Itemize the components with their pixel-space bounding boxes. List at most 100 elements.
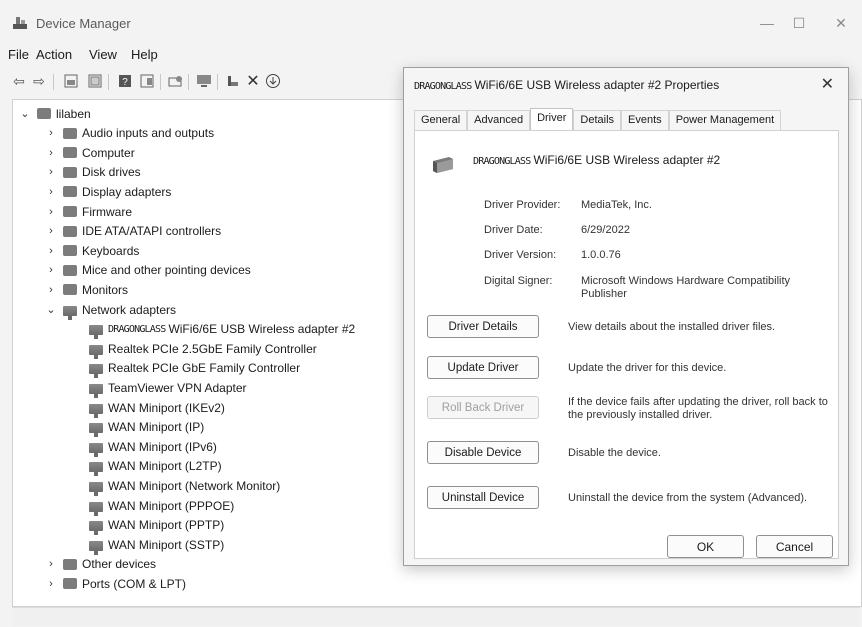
svg-text:?: ? <box>122 77 128 88</box>
chevron-right-icon[interactable]: › <box>45 147 57 159</box>
chevron-right-icon[interactable]: › <box>45 127 57 139</box>
action-pane-icon[interactable] <box>138 72 156 90</box>
tree-category[interactable]: › Display adapters <box>45 182 171 201</box>
properties-icon[interactable] <box>86 72 104 90</box>
tree-device[interactable]: TeamViewer VPN Adapter <box>71 378 247 398</box>
tree-item-label: WAN Miniport (PPPOE) <box>108 498 235 513</box>
chevron-right-icon[interactable]: › <box>45 284 57 296</box>
tree-device[interactable]: WAN Miniport (PPPOE) <box>71 496 235 516</box>
dialog-tabs: General Advanced Driver Details Events P… <box>414 108 782 132</box>
tree-category[interactable]: › Keyboards <box>45 241 139 260</box>
network-adapter-icon <box>433 157 453 173</box>
tree-category[interactable]: › Audio inputs and outputs <box>45 124 214 143</box>
tree-category[interactable]: › Computer <box>45 143 135 162</box>
tree-item-label: lilaben <box>56 106 91 121</box>
disable-device-button[interactable]: Disable Device <box>427 441 539 464</box>
uninstall-device-button[interactable]: Uninstall Device <box>427 486 539 509</box>
driver-version-value: 1.0.0.76 <box>581 249 621 261</box>
tree-device[interactable]: Realtek PCIe GbE Family Controller <box>71 359 300 379</box>
tree-category[interactable]: › Firmware <box>45 202 132 221</box>
tree-item-label: WAN Miniport (IKEv2) <box>108 400 225 415</box>
tree-category[interactable]: › Ports (COM & LPT) <box>45 574 186 593</box>
tab-details[interactable]: Details <box>573 110 622 132</box>
tree-device[interactable]: WAN Miniport (PPTP) <box>71 516 224 536</box>
tree-device[interactable]: WAN Miniport (Network Monitor) <box>71 476 281 496</box>
toolbar-divider <box>217 74 218 90</box>
uninstall-device-description: Uninstall the device from the system (Ad… <box>568 492 808 504</box>
forward-arrow-icon[interactable]: ⇨ <box>30 72 48 90</box>
chevron-right-icon[interactable]: › <box>45 558 57 570</box>
toolbar-divider <box>53 74 54 90</box>
dialog-close-button[interactable]: ✕ <box>821 74 834 94</box>
ok-button[interactable]: OK <box>667 535 744 558</box>
tree-item-label: Mice and other pointing devices <box>82 263 251 278</box>
driver-details-button[interactable]: Driver Details <box>427 315 539 338</box>
tree-item-label: Disk drives <box>82 165 141 180</box>
disk-drive-icon <box>63 166 77 178</box>
menu-view[interactable]: View <box>89 47 117 62</box>
chevron-right-icon[interactable]: › <box>45 264 57 276</box>
scan-hardware-icon[interactable] <box>167 72 185 90</box>
cancel-button[interactable]: Cancel <box>756 535 833 558</box>
tree-item-label: Monitors <box>82 282 129 297</box>
roll-back-driver-button: Roll Back Driver <box>427 396 539 419</box>
menu-file[interactable]: File <box>8 47 29 62</box>
device-manager-icon <box>13 17 27 29</box>
tab-events[interactable]: Events <box>621 110 669 132</box>
ports-icon <box>63 578 77 590</box>
tree-item-label: Display adapters <box>82 184 172 199</box>
chevron-right-icon[interactable]: › <box>45 578 57 590</box>
tree-category[interactable]: ⌄ Network adapters <box>45 300 176 320</box>
tree-device[interactable]: DRAGONGLASS WiFi6/6E USB Wireless adapter… <box>71 320 355 340</box>
dialog-title: DRAGONGLASS WiFi6/6E USB Wireless adapter… <box>414 78 719 92</box>
tree-item-label: WAN Miniport (Network Monitor) <box>108 478 281 493</box>
uninstall-x-icon[interactable]: ✕ <box>244 72 262 90</box>
tab-power-management[interactable]: Power Management <box>668 110 782 132</box>
title-bar: Device Manager — ☐ ✕ <box>0 0 862 44</box>
tree-category[interactable]: › Monitors <box>45 280 128 299</box>
tab-general[interactable]: General <box>414 110 468 132</box>
network-adapter-icon <box>89 501 103 516</box>
tree-device[interactable]: WAN Miniport (L2TP) <box>71 457 222 477</box>
tree-item-label: Audio inputs and outputs <box>82 126 215 141</box>
chevron-right-icon[interactable]: › <box>45 206 57 218</box>
chevron-right-icon[interactable]: › <box>45 245 57 257</box>
tree-category[interactable]: › IDE ATA/ATAPI controllers <box>45 222 221 241</box>
tree-device[interactable]: WAN Miniport (IPv6) <box>71 437 217 457</box>
chevron-down-icon[interactable]: ⌄ <box>45 303 57 316</box>
menu-bar: File Action View Help <box>0 44 862 66</box>
update-driver-button[interactable]: Update Driver <box>427 356 539 379</box>
minimize-button[interactable]: — <box>752 10 782 36</box>
tree-category[interactable]: › Other devices <box>45 555 156 574</box>
menu-help[interactable]: Help <box>131 47 158 62</box>
back-arrow-icon[interactable]: ⇦ <box>10 72 28 90</box>
tab-advanced[interactable]: Advanced <box>467 110 531 132</box>
network-adapter-icon <box>89 481 103 496</box>
tree-item-label: Other devices <box>82 557 157 572</box>
chevron-down-icon[interactable]: ⌄ <box>19 107 31 120</box>
driver-date-value: 6/29/2022 <box>581 224 630 236</box>
device-name-text: WiFi6/6E USB Wireless adapter #2 <box>533 153 721 167</box>
close-button[interactable]: ✕ <box>826 10 856 36</box>
chevron-right-icon[interactable]: › <box>45 166 57 178</box>
tree-device[interactable]: WAN Miniport (IP) <box>71 418 204 438</box>
tree-device[interactable]: WAN Miniport (SSTP) <box>71 535 224 555</box>
chevron-right-icon[interactable]: › <box>45 225 57 237</box>
digital-signer-label: Digital Signer: <box>484 275 553 287</box>
tab-driver[interactable]: Driver <box>530 108 574 132</box>
tree-device[interactable]: Realtek PCIe 2.5GbE Family Controller <box>71 339 317 359</box>
show-hide-tree-icon[interactable] <box>62 72 80 90</box>
tree-device[interactable]: WAN Miniport (IKEv2) <box>71 398 225 418</box>
tree-category[interactable]: › Mice and other pointing devices <box>45 261 251 280</box>
update-driver-icon[interactable] <box>224 72 242 90</box>
maximize-button[interactable]: ☐ <box>784 10 814 36</box>
properties-dialog: DRAGONGLASS WiFi6/6E USB Wireless adapter… <box>403 67 849 566</box>
tree-category[interactable]: › Disk drives <box>45 163 141 182</box>
tree-root[interactable]: ⌄ lilaben <box>19 104 91 123</box>
chevron-right-icon[interactable]: › <box>45 186 57 198</box>
monitor-icon[interactable] <box>195 72 213 90</box>
help-icon[interactable]: ? <box>116 72 134 90</box>
enable-device-icon[interactable] <box>264 72 282 90</box>
menu-action[interactable]: Action <box>36 47 72 62</box>
driver-details-description: View details about the installed driver … <box>568 321 776 333</box>
